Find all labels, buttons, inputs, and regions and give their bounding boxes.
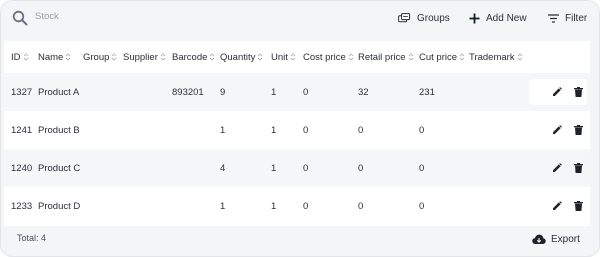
cell-cut-price: 231 xyxy=(419,86,435,98)
cell-id: 1327 xyxy=(11,86,33,98)
cell-quantity: 1 xyxy=(220,200,226,212)
column-header-label: Trademark xyxy=(469,51,515,63)
delete-icon[interactable] xyxy=(572,124,584,136)
cell-cost-price: 0 xyxy=(303,200,309,212)
cell-unit: 1 xyxy=(271,86,277,98)
cell-retail-price: 32 xyxy=(358,86,369,98)
cell-cost-price: 0 xyxy=(303,86,309,98)
delete-icon[interactable] xyxy=(572,162,584,174)
cell-barcode: 893201 xyxy=(172,86,204,98)
column-header-trademark[interactable]: Trademark xyxy=(469,41,523,73)
column-header-name[interactable]: Name xyxy=(38,41,71,73)
column-header-quantity[interactable]: Quantity xyxy=(220,41,263,73)
search-input[interactable]: Stock xyxy=(35,11,59,22)
stock-table: ID Name Group Supplier Barcode Quantity xyxy=(4,41,590,226)
column-header-label: Supplier xyxy=(123,51,158,63)
cell-quantity: 9 xyxy=(220,86,226,98)
cell-name: Product D xyxy=(38,200,81,212)
toolbar: Stock Groups Add New Filter xyxy=(1,1,599,35)
column-header-cut-price[interactable]: Cut price xyxy=(419,41,465,73)
sort-icon xyxy=(112,53,117,61)
search-icon[interactable] xyxy=(12,10,28,26)
cell-id: 1240 xyxy=(11,162,33,174)
sort-icon xyxy=(210,53,215,61)
sort-icon xyxy=(160,53,166,61)
cell-id: 1241 xyxy=(11,124,33,136)
sort-icon xyxy=(258,53,263,61)
column-header-retail-price[interactable]: Retail price xyxy=(358,41,414,73)
sort-icon xyxy=(348,53,354,61)
cell-unit: 1 xyxy=(271,162,277,174)
column-header-barcode[interactable]: Barcode xyxy=(172,41,215,73)
cell-retail-price: 0 xyxy=(358,124,364,136)
cell-cut-price: 0 xyxy=(419,162,425,174)
column-header-label: ID xyxy=(11,51,21,63)
add-new-label: Add New xyxy=(486,12,527,24)
export-button[interactable]: Export xyxy=(532,234,580,245)
cell-unit: 1 xyxy=(271,200,277,212)
column-header-label: Group xyxy=(83,51,110,63)
cell-name: Product C xyxy=(38,162,81,174)
cell-retail-price: 0 xyxy=(358,200,364,212)
column-header-label: Name xyxy=(38,51,64,63)
delete-icon[interactable] xyxy=(572,200,584,212)
plus-icon xyxy=(469,13,480,24)
row-actions xyxy=(530,187,590,225)
column-header-label: Cut price xyxy=(419,51,458,63)
sort-icon xyxy=(517,53,522,61)
filter-button[interactable]: Filter xyxy=(548,8,587,28)
table-row[interactable]: 1240 Product C 4 1 0 0 0 xyxy=(4,149,590,187)
column-header-unit[interactable]: Unit xyxy=(271,41,296,73)
sort-icon xyxy=(66,53,71,61)
cell-cut-price: 0 xyxy=(419,124,425,136)
column-header-cost-price[interactable]: Cost price xyxy=(303,41,354,73)
cell-cut-price: 0 xyxy=(419,200,425,212)
edit-icon[interactable] xyxy=(551,124,563,136)
total-count: Total: 4 xyxy=(17,233,47,243)
column-header-group[interactable]: Group xyxy=(83,41,117,73)
column-header-supplier[interactable]: Supplier xyxy=(123,41,166,73)
sort-icon xyxy=(23,53,28,61)
add-new-button[interactable]: Add New xyxy=(469,8,527,28)
sort-icon xyxy=(290,53,296,61)
edit-icon[interactable] xyxy=(551,200,563,212)
cell-unit: 1 xyxy=(271,124,277,136)
column-header-label: Retail price xyxy=(358,51,406,63)
cell-cost-price: 0 xyxy=(303,162,309,174)
cell-quantity: 1 xyxy=(220,124,226,136)
cell-quantity: 4 xyxy=(220,162,226,174)
row-actions xyxy=(530,111,590,149)
groups-label: Groups xyxy=(417,12,450,24)
cell-retail-price: 0 xyxy=(358,162,364,174)
groups-icon xyxy=(398,13,411,23)
column-header-label: Barcode xyxy=(172,51,208,63)
column-header-label: Unit xyxy=(271,51,288,63)
export-label: Export xyxy=(551,234,580,245)
table-row[interactable]: 1241 Product B 1 1 0 0 0 xyxy=(4,111,590,149)
edit-icon[interactable] xyxy=(551,86,563,98)
table-row[interactable]: 1327 Product A 893201 9 1 0 32 231 xyxy=(4,73,590,111)
filter-label: Filter xyxy=(565,12,588,24)
table-header: ID Name Group Supplier Barcode Quantity xyxy=(4,41,590,73)
cell-cost-price: 0 xyxy=(303,124,309,136)
column-header-label: Cost price xyxy=(303,51,346,63)
delete-icon[interactable] xyxy=(572,86,584,98)
cell-name: Product B xyxy=(38,124,80,136)
sort-icon xyxy=(459,53,465,61)
cell-name: Product A xyxy=(38,86,80,98)
groups-button[interactable]: Groups xyxy=(398,8,450,28)
row-actions xyxy=(530,149,590,187)
cell-id: 1233 xyxy=(11,200,33,212)
edit-icon[interactable] xyxy=(551,162,563,174)
table-row[interactable]: 1233 Product D 1 1 0 0 0 xyxy=(4,187,590,225)
cloud-download-icon xyxy=(532,234,546,245)
sort-icon xyxy=(408,53,413,61)
filter-icon xyxy=(548,13,559,23)
column-header-label: Quantity xyxy=(220,51,256,63)
row-actions xyxy=(530,73,590,111)
stock-panel: Stock Groups Add New Filter ID Name Grou… xyxy=(0,0,600,257)
column-header-id[interactable]: ID xyxy=(11,41,29,73)
